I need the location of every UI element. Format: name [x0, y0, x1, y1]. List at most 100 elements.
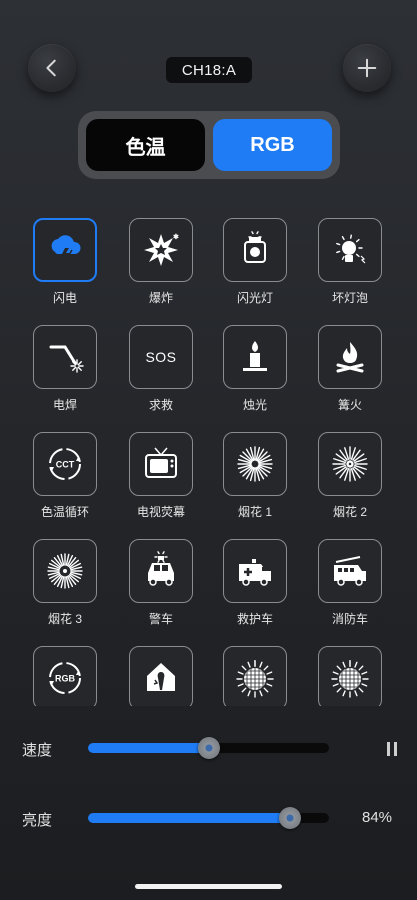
effect-icon-box	[318, 646, 382, 706]
effect-tile[interactable]: 电视荧幕	[114, 432, 208, 536]
effect-icon-box	[318, 539, 382, 603]
effect-label: 警车	[148, 612, 173, 626]
speed-label: 速度	[22, 742, 53, 759]
lightning-icon	[51, 235, 81, 264]
effect-tile[interactable]	[114, 646, 208, 706]
effect-icon-box	[223, 432, 287, 496]
effect-tile[interactable]: 闪光灯	[208, 218, 302, 322]
rgb-cycle-icon: RGB	[49, 662, 81, 694]
police-car-icon	[148, 551, 174, 586]
effects-grid: 闪电 ✱ 爆炸 闪光灯 坏灯泡 电焊 SOS 求救 烛光 篝火 CCT 色温循环 电视荧…	[0, 218, 417, 706]
effect-label: 色温循环	[40, 505, 89, 519]
effect-label: 电视荧幕	[136, 505, 185, 519]
effect-tile[interactable]: ✱ 爆炸	[114, 218, 208, 322]
effect-icon-box: ✱	[129, 218, 193, 282]
effect-tile[interactable]: 消防车	[303, 539, 397, 643]
disco-ball-2-icon	[331, 660, 369, 698]
svg-text:SOS: SOS	[145, 349, 176, 365]
explosion-icon: ✱	[144, 233, 179, 266]
sos-icon: SOS	[145, 349, 176, 365]
effect-icon-box: CCT	[33, 432, 97, 496]
effect-icon-box	[223, 325, 287, 389]
bonfire-icon	[336, 342, 364, 373]
effect-icon-box	[223, 539, 287, 603]
brightness-value: 84%	[362, 809, 393, 826]
effect-tile[interactable]: 烟花 2	[303, 432, 397, 536]
candle-icon	[243, 341, 267, 371]
speed-slider-handle[interactable]	[198, 737, 220, 759]
effect-icon-box	[33, 325, 97, 389]
brightness-slider-fill	[88, 813, 290, 823]
speed-slider-row: 速度	[0, 733, 417, 763]
flash-lamp-icon	[244, 231, 266, 263]
effect-label: 烟花 3	[47, 612, 82, 626]
fireworks-2-icon	[332, 446, 368, 482]
effect-tile[interactable]: CCT 色温循环	[18, 432, 112, 536]
home-indicator	[135, 884, 282, 889]
effect-tile[interactable]: 烛光	[208, 325, 302, 429]
effect-tile[interactable]	[208, 646, 302, 706]
effect-label: 闪电	[52, 291, 77, 305]
brightness-label: 亮度	[22, 812, 53, 829]
effect-tile[interactable]: 电焊	[18, 325, 112, 429]
cct-cycle-icon: CCT	[49, 448, 81, 480]
effect-label: 闪光灯	[236, 291, 273, 305]
effect-label: 篝火	[337, 398, 362, 412]
effect-icon-box	[223, 646, 287, 706]
effect-tile[interactable]: RGB	[18, 646, 112, 706]
effect-tile[interactable]: 警车	[114, 539, 208, 643]
effect-tile[interactable]: 闪电	[18, 218, 112, 322]
effect-icon-box	[318, 218, 382, 282]
effect-label: 消防车	[331, 612, 368, 626]
speed-slider-fill	[88, 743, 209, 753]
effect-label: 坏灯泡	[331, 291, 368, 305]
effect-label: 电焊	[52, 398, 77, 412]
disco-ball-icon	[236, 660, 274, 698]
effect-tile[interactable]: 篝火	[303, 325, 397, 429]
back-button[interactable]	[28, 44, 76, 92]
ambulance-icon	[239, 559, 271, 586]
welding-icon	[49, 345, 84, 373]
effect-label: 爆炸	[148, 291, 173, 305]
brightness-slider[interactable]	[88, 807, 329, 829]
add-button[interactable]	[343, 44, 391, 92]
broken-bulb-icon	[336, 234, 366, 264]
brightness-slider-handle[interactable]	[279, 807, 301, 829]
effect-icon-box	[129, 432, 193, 496]
effect-tile[interactable]: 烟花 1	[208, 432, 302, 536]
effect-icon-box	[129, 646, 193, 706]
effect-icon-box	[33, 218, 97, 282]
effect-label: 求救	[148, 398, 173, 412]
effect-tile[interactable]: SOS 求救	[114, 325, 208, 429]
mode-switch: 色温 RGB	[78, 111, 340, 179]
brightness-slider-row: 亮度 84%	[0, 803, 417, 833]
effect-icon-box	[318, 432, 382, 496]
cct-mode-button[interactable]: 色温	[86, 119, 205, 171]
fire-truck-icon	[334, 556, 366, 586]
effect-icon-box	[129, 539, 193, 603]
chevron-left-icon	[46, 59, 56, 77]
plus-icon	[357, 58, 377, 78]
speed-slider[interactable]	[88, 737, 329, 759]
channel-label: CH18:A	[166, 57, 252, 83]
effect-label: 救护车	[236, 612, 273, 626]
effect-tile[interactable]	[303, 646, 397, 706]
tv-icon	[145, 447, 177, 478]
fireworks-3-icon	[47, 553, 83, 589]
party-icon	[147, 663, 175, 691]
effect-tile[interactable]: 坏灯泡	[303, 218, 397, 322]
effect-label: 烟花 2	[332, 505, 367, 519]
effect-tile[interactable]: 救护车	[208, 539, 302, 643]
effect-icon-box: RGB	[33, 646, 97, 706]
effect-icon-box	[318, 325, 382, 389]
effect-icon-box	[223, 218, 287, 282]
svg-text:CCT: CCT	[56, 460, 75, 470]
effect-icon-box	[33, 539, 97, 603]
effect-label: 烛光	[242, 398, 267, 412]
svg-text:✱: ✱	[173, 233, 179, 241]
rgb-mode-button[interactable]: RGB	[213, 119, 332, 171]
pause-icon[interactable]	[386, 742, 398, 756]
effect-icon-box: SOS	[129, 325, 193, 389]
svg-text:RGB: RGB	[55, 674, 76, 684]
effect-tile[interactable]: 烟花 3	[18, 539, 112, 643]
